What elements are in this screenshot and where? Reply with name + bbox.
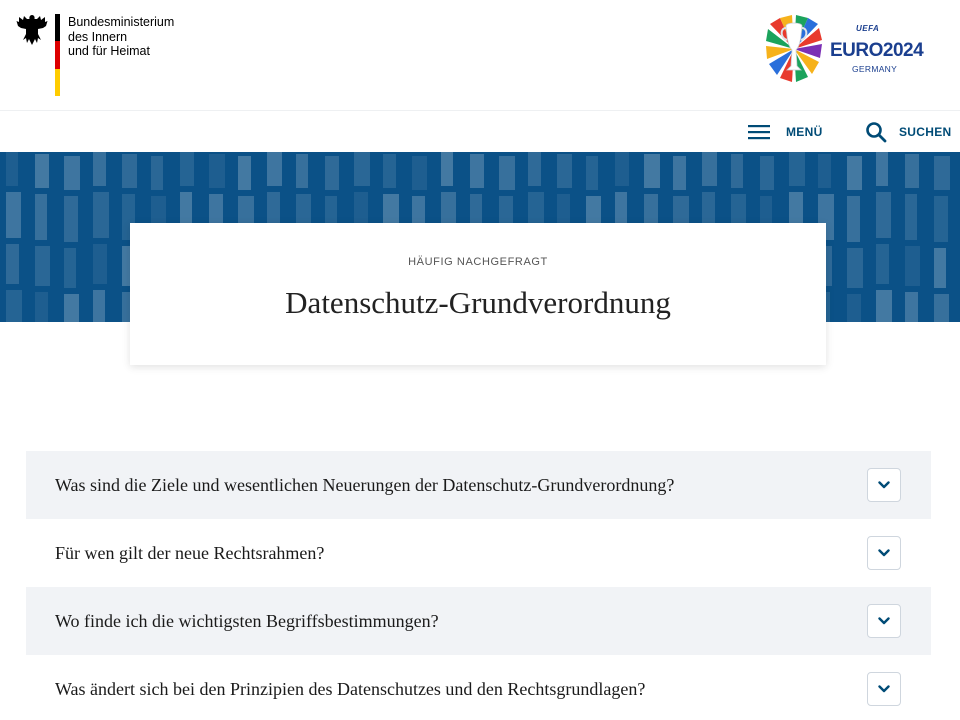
- banner-window-strip: [238, 156, 251, 190]
- search-icon: [866, 122, 887, 143]
- banner-window-strip: [180, 152, 194, 186]
- banner-window-strip: [64, 248, 76, 288]
- title-card: HÄUFIG NACHGEFRAGT Datenschutz-Grundvero…: [130, 223, 826, 365]
- faq-question: Was sind die Ziele und wesentlichen Neue…: [55, 474, 675, 495]
- menu-label: MENÜ: [786, 125, 823, 139]
- banner-window-strip: [644, 154, 660, 188]
- federal-eagle-icon: [16, 15, 48, 45]
- banner-window-strip: [64, 156, 80, 190]
- faq-item[interactable]: Was sind die Ziele und wesentlichen Neue…: [26, 451, 931, 519]
- banner-window-strip: [325, 156, 339, 190]
- search-label: SUCHEN: [899, 125, 952, 139]
- banner-window-strip: [818, 154, 831, 188]
- banner-window-strip: [905, 154, 919, 188]
- banner-window-strip: [122, 154, 137, 188]
- euro-trophy-logo-icon: [766, 15, 822, 82]
- banner-window-strip: [93, 152, 106, 186]
- banner-window-strip: [905, 292, 918, 322]
- faq-item[interactable]: Wo finde ich die wichtigsten Begriffsbes…: [26, 587, 931, 655]
- banner-window-strip: [528, 152, 541, 186]
- banner-window-strip: [441, 152, 453, 186]
- banner-window-strip: [702, 152, 717, 186]
- page-kicker: HÄUFIG NACHGEFRAGT: [408, 256, 548, 268]
- faq-toggle-button[interactable]: [867, 468, 901, 502]
- ministry-line: und für Heimat: [68, 44, 150, 58]
- banner-window-strip: [35, 292, 48, 322]
- banner-window-strip: [6, 192, 21, 238]
- chevron-down-icon: [878, 549, 890, 557]
- faq-accordion: Was sind die Ziele und wesentlichen Neue…: [26, 451, 931, 720]
- banner-window-strip: [151, 156, 163, 190]
- banner-window-strip: [789, 152, 805, 186]
- faq-toggle-button[interactable]: [867, 604, 901, 638]
- main-navbar: MENÜ SUCHEN: [0, 110, 960, 152]
- banner-window-strip: [847, 248, 863, 288]
- banner-window-strip: [499, 156, 515, 190]
- banner-window-strip: [35, 154, 49, 188]
- faq-item[interactable]: Was ändert sich bei den Prinzipien des D…: [26, 655, 931, 720]
- banner-window-strip: [412, 156, 427, 190]
- page-title: Datenschutz-Grundverordnung: [285, 285, 671, 320]
- banner-window-strip: [64, 294, 79, 322]
- ministry-line: des Innern: [68, 29, 128, 44]
- banner-window-strip: [760, 156, 774, 190]
- banner-window-strip: [383, 154, 396, 188]
- german-flag-bar: [55, 14, 60, 96]
- faq-toggle-button[interactable]: [867, 536, 901, 570]
- chevron-down-icon: [878, 685, 890, 693]
- faq-question: Was ändert sich bei den Prinzipien des D…: [55, 678, 646, 699]
- banner-window-strip: [847, 156, 862, 190]
- banner-window-strip: [267, 152, 282, 186]
- banner-window-strip: [586, 156, 598, 190]
- faq-item[interactable]: Für wen gilt der neue Rechtsrahmen?: [26, 519, 931, 587]
- banner-window-strip: [847, 196, 860, 242]
- site-header: Bundesministerium des Innern und für Hei…: [0, 0, 960, 110]
- banner-window-strip: [905, 246, 920, 286]
- banner-window-strip: [905, 194, 917, 240]
- banner-window-strip: [354, 152, 370, 186]
- banner-window-strip: [64, 196, 78, 242]
- menu-button[interactable]: MENÜ: [748, 111, 823, 153]
- faq-question: Wo finde ich die wichtigsten Begriffsbes…: [55, 610, 439, 631]
- faq-question: Für wen gilt der neue Rechtsrahmen?: [55, 542, 325, 563]
- banner-window-strip: [6, 152, 18, 186]
- banner-window-strip: [876, 290, 892, 322]
- banner-window-strip: [876, 244, 889, 284]
- banner-window-strip: [615, 152, 629, 186]
- banner-window-strip: [209, 154, 225, 188]
- chevron-down-icon: [878, 481, 890, 489]
- banner-window-strip: [847, 294, 861, 322]
- banner-window-strip: [934, 248, 946, 288]
- ministry-name: Bundesministerium des Innern und für Hei…: [68, 15, 174, 59]
- search-button[interactable]: SUCHEN: [865, 111, 951, 153]
- banner-window-strip: [35, 246, 50, 286]
- banner-window-strip: [876, 152, 888, 186]
- chevron-down-icon: [878, 617, 890, 625]
- banner-window-strip: [93, 244, 107, 284]
- euro-country: GERMANY: [852, 64, 898, 74]
- hamburger-icon: [748, 125, 770, 140]
- banner-window-strip: [876, 192, 891, 238]
- banner-window-strip: [296, 154, 308, 188]
- banner-window-strip: [731, 154, 743, 188]
- banner-window-strip: [35, 194, 47, 240]
- banner-window-strip: [470, 154, 484, 188]
- banner-window-strip: [934, 294, 949, 322]
- ministry-line: Bundesministerium: [68, 15, 175, 29]
- banner-window-strip: [934, 156, 950, 190]
- banner-window-strip: [673, 156, 686, 190]
- banner-window-strip: [93, 192, 109, 238]
- faq-toggle-button[interactable]: [867, 672, 901, 706]
- euro-title: EURO2024: [830, 40, 924, 61]
- banner-window-strip: [934, 196, 948, 242]
- banner-window-strip: [557, 154, 572, 188]
- banner-window-strip: [93, 290, 105, 322]
- banner-window-strip: [6, 244, 19, 284]
- banner-window-strip: [6, 290, 22, 322]
- euro-uefa-label: UEFA: [856, 24, 880, 33]
